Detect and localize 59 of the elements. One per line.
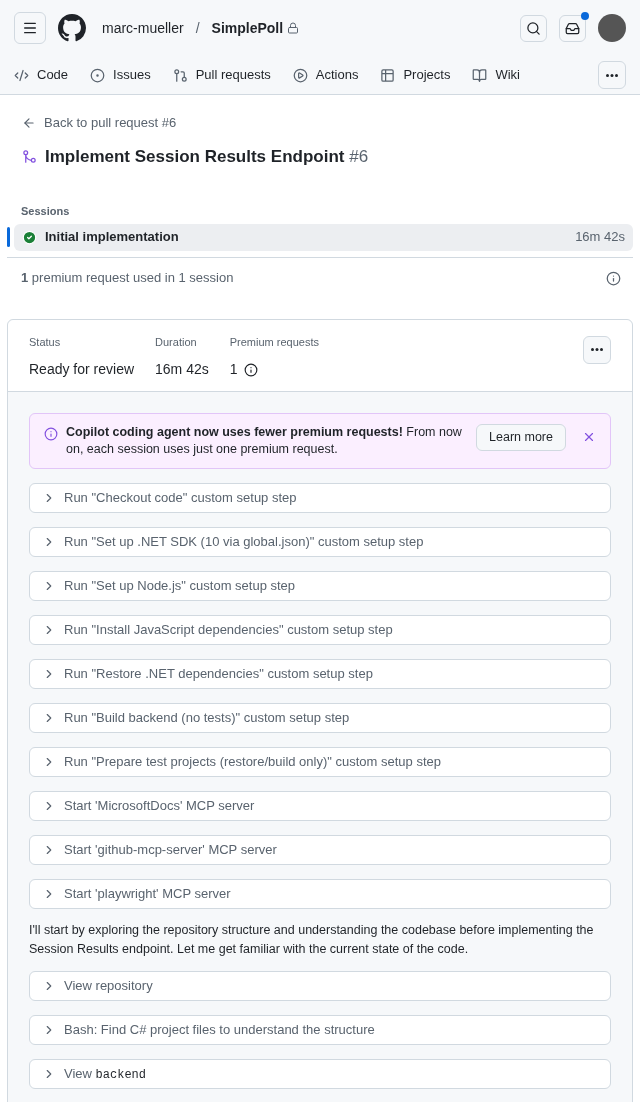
book-icon [472,67,488,83]
nav-tab[interactable]: Projects [380,65,451,85]
inbox-icon [565,20,580,36]
sessions-heading: Sessions [20,204,71,219]
branch-icon [22,148,37,164]
pull-request-icon [172,67,188,83]
nav-tab[interactable]: Wiki [472,65,520,85]
repo-link[interactable]: SimplePoll [211,17,284,39]
info-icon[interactable] [243,362,258,377]
log-step[interactable]: Start 'github-mcp-server' MCP server [29,834,611,865]
nav-tab[interactable]: Issues [90,65,151,85]
octocat-logo-icon[interactable] [58,14,86,42]
owner-link[interactable]: marc-mueller [102,17,184,39]
menu-icon [22,20,38,36]
stat-value: 16m 42s [155,360,209,379]
ellipsis-icon [591,348,603,351]
log-step[interactable]: Bash: Find C# project files to understand the structure [29,1014,611,1045]
stat-label: Duration [155,334,198,350]
lock-icon [287,22,300,34]
usage-summary: 1 premium request used in 1 session [21,269,234,288]
path-separator: / [195,18,200,38]
nav-tab[interactable]: Pull requests [172,65,271,85]
info-icon [44,426,58,441]
learn-more-button[interactable]: Learn more [476,423,566,451]
log-step[interactable]: View repository [29,970,611,1001]
more-button[interactable] [583,335,611,364]
log-step[interactable]: Start 'playwright' MCP server [29,878,611,909]
more-button[interactable] [598,61,626,89]
log-step[interactable]: Run "Install JavaScript dependencies" custom setup step [29,614,611,645]
stat-label: Status [29,334,62,350]
log-step[interactable]: View backend [29,1058,611,1089]
nav-tab[interactable]: Code [14,65,69,85]
log-step[interactable]: Run "Prepare test projects (restore/build only)" custom setup step [29,746,611,777]
log-step[interactable]: Run "Checkout code" custom setup step [29,482,611,513]
ellipsis-icon [606,73,618,77]
search-icon [526,20,541,36]
code-icon [14,67,29,83]
log-step[interactable]: Run "Restore .NET dependencies" custom setup step [29,658,611,689]
menu-button[interactable] [14,12,46,44]
banner-message: Copilot coding agent now uses fewer premium requests! From now on, each session uses just one premium request. [66,423,463,458]
page-title: Implement Session Results Endpoint #6 [45,145,369,168]
info-icon[interactable] [606,270,621,286]
nav-tab[interactable]: Actions [292,65,359,85]
stat-value: Ready for review [29,360,135,379]
circle-dot-icon [90,67,106,83]
search-button[interactable] [520,14,547,42]
log-step[interactable]: Run "Build backend (no tests)" custom setup step [29,702,611,733]
inbox-button[interactable] [559,14,586,42]
log-step[interactable]: Run "Set up Node.js" custom setup step [29,570,611,601]
stat-value: 1 [229,360,238,379]
back-link[interactable]: Back to pull request #6 [22,113,618,133]
avatar[interactable] [598,14,626,42]
log-step[interactable]: Start 'MicrosoftDocs' MCP server [29,790,611,821]
session-item[interactable]: Initial implementation 16m 42s [14,223,633,251]
agent-message: I'll start by exploring the repository structure and understanding the codebase before implementing the Session Results endpoint. Let me get familiar with the current state of the code. [29,921,595,958]
stat-label: Premium requests [229,334,319,350]
log-step[interactable]: Run "Set up .NET SDK (10 via global.json)" custom setup step [29,526,611,557]
table-icon [380,67,396,83]
play-icon [292,67,308,83]
